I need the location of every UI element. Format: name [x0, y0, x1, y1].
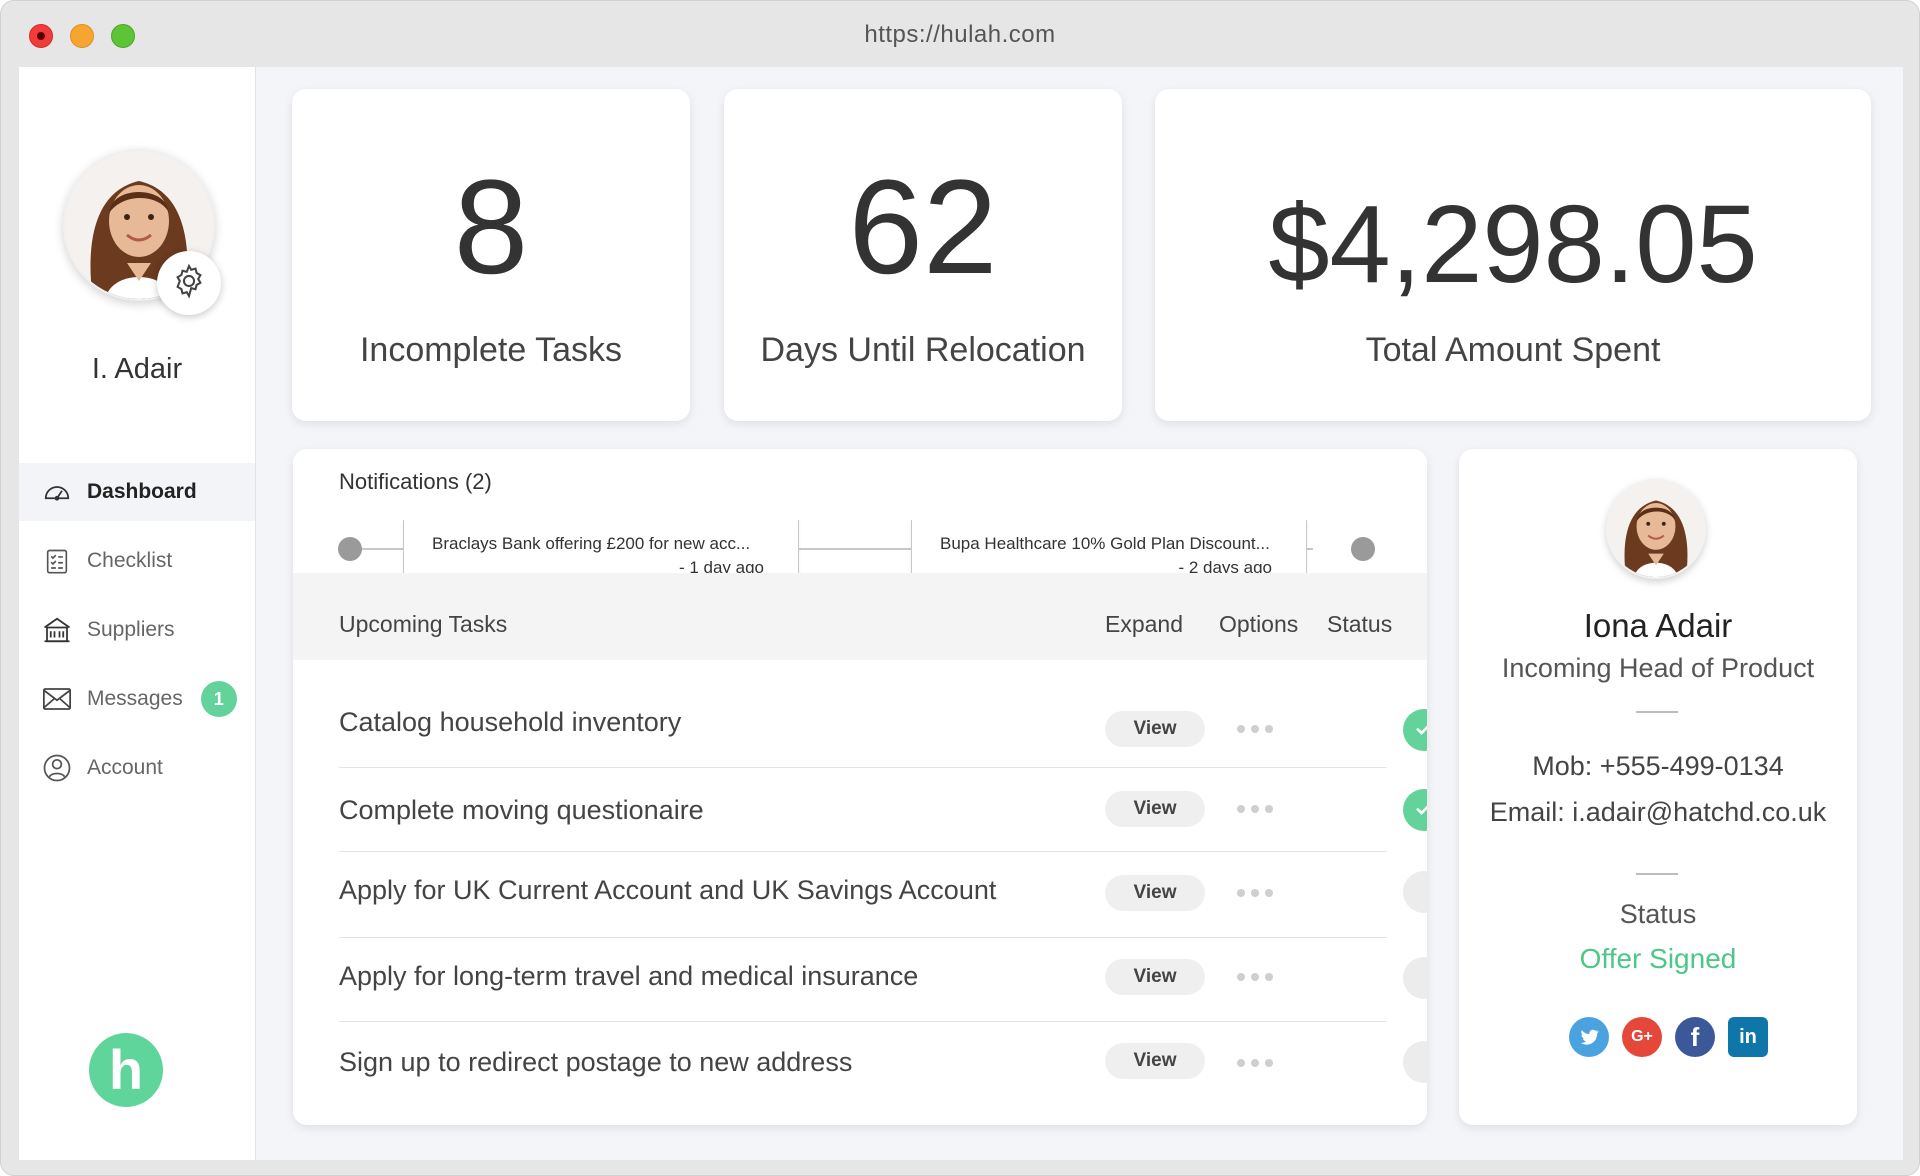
social-links: G+ f in	[1569, 1017, 1768, 1057]
sidebar-item-dashboard[interactable]: Dashboard	[19, 463, 255, 521]
sidebar-item-label: Account	[87, 756, 163, 779]
checklist-icon	[41, 545, 73, 577]
task-row: Complete moving questionaire View	[339, 767, 1427, 852]
notifications-title: Notifications (2)	[339, 469, 492, 494]
stat-label: Incomplete Tasks	[359, 331, 623, 369]
column-header-status: Status	[1327, 611, 1393, 637]
view-task-button[interactable]: View	[1105, 1043, 1205, 1079]
task-row: Sign up to redirect postage to new addre…	[339, 1021, 1427, 1107]
page-viewport: I. Adair Dashboard Checklist Suppliers M…	[19, 67, 1903, 1160]
notification-text: Bupa Healthcare 10% Gold Plan Discount..…	[940, 534, 1270, 553]
task-options-button[interactable]	[1237, 799, 1283, 819]
task-title: Apply for UK Current Account and UK Savi…	[339, 875, 997, 905]
user-avatar-container	[63, 149, 221, 315]
sidebar-item-label: Checklist	[87, 549, 173, 572]
stat-value: 62	[848, 153, 998, 302]
view-task-button[interactable]: View	[1105, 959, 1205, 995]
task-options-button[interactable]	[1237, 967, 1283, 987]
app-logo[interactable]: h	[89, 1033, 163, 1107]
gear-icon	[170, 262, 208, 305]
timeline-start-dot	[338, 537, 362, 561]
stat-value: $4,298.05	[1268, 183, 1758, 306]
stat-value: 8	[453, 153, 529, 302]
stat-label: Total Amount Spent	[1365, 331, 1661, 369]
sidebar-item-messages[interactable]: Messages 1	[19, 670, 255, 728]
checkmark-icon	[1412, 796, 1427, 825]
sidebar-item-label: Dashboard	[87, 480, 197, 503]
stat-label: Days Until Relocation	[760, 331, 1086, 369]
column-header-options: Options	[1219, 611, 1299, 637]
checkmark-icon	[1412, 716, 1427, 745]
task-status-toggle[interactable]	[1403, 957, 1427, 999]
task-status-toggle[interactable]	[1403, 709, 1427, 751]
task-title: Complete moving questionaire	[339, 795, 704, 825]
tasks-title: Upcoming Tasks	[339, 611, 508, 637]
stat-card-days-until-relocation: 62 Days Until Relocation	[724, 89, 1122, 421]
task-title: Sign up to redirect postage to new addre…	[339, 1047, 853, 1077]
profile-status-label: Status	[1619, 899, 1697, 929]
view-task-button[interactable]: View	[1105, 791, 1205, 827]
envelope-icon	[41, 683, 73, 715]
profile-email: Email: i.adair@hatchd.co.uk	[1489, 797, 1827, 827]
sidebar-item-suppliers[interactable]: Suppliers	[19, 601, 255, 659]
task-row: Catalog household inventory View	[339, 681, 1427, 768]
timeline-end-dot	[1351, 537, 1375, 561]
notifications-tasks-panel: Notifications (2) Braclays Bank offering…	[293, 449, 1427, 1125]
unread-messages-badge: 1	[200, 681, 237, 717]
task-options-button[interactable]	[1237, 1053, 1283, 1073]
divider	[1636, 873, 1678, 875]
gauge-icon	[41, 476, 73, 508]
avatar[interactable]	[1606, 479, 1706, 579]
column-header-expand: Expand	[1105, 611, 1184, 637]
task-status-toggle[interactable]	[1403, 871, 1427, 913]
facebook-icon[interactable]: f	[1675, 1017, 1715, 1057]
task-status-toggle[interactable]	[1403, 1041, 1427, 1083]
profile-status-value: Offer Signed	[1579, 943, 1737, 974]
sidebar-item-label: Messages	[87, 687, 183, 710]
sidebar-item-checklist[interactable]: Checklist	[19, 532, 255, 590]
profile-card: Iona Adair Incoming Head of Product Mob:…	[1459, 449, 1857, 1125]
divider	[1636, 711, 1678, 713]
browser-titlebar: https://hulah.com	[1, 1, 1919, 67]
task-options-button[interactable]	[1237, 719, 1283, 739]
sidebar-item-account[interactable]: Account	[19, 739, 255, 797]
notification-text: Braclays Bank offering £200 for new acc.…	[432, 534, 751, 553]
stat-card-incomplete-tasks: 8 Incomplete Tasks	[292, 89, 690, 421]
profile-mobile: Mob: +555-499-0134	[1532, 751, 1784, 781]
profile-role: Incoming Head of Product	[1501, 653, 1815, 683]
profile-name: Iona Adair	[1583, 607, 1733, 644]
twitter-icon[interactable]	[1569, 1017, 1609, 1057]
task-title: Catalog household inventory	[339, 707, 682, 737]
view-task-button[interactable]: View	[1105, 875, 1205, 911]
task-title: Apply for long-term travel and medical i…	[339, 961, 919, 991]
browser-window: https://hulah.com I. Adair Dashboard Che…	[0, 0, 1920, 1176]
tasks-header: Upcoming Tasks Expand Options Status	[293, 573, 1427, 660]
task-row: Apply for UK Current Account and UK Savi…	[339, 851, 1427, 938]
task-status-toggle[interactable]	[1403, 789, 1427, 831]
linkedin-icon[interactable]: in	[1728, 1017, 1768, 1057]
google-plus-icon[interactable]: G+	[1622, 1017, 1662, 1057]
user-circle-icon	[41, 752, 73, 784]
task-options-button[interactable]	[1237, 883, 1283, 903]
sidebar-item-label: Suppliers	[87, 618, 175, 641]
profile-settings-button[interactable]	[157, 251, 221, 315]
building-icon	[41, 614, 73, 646]
sidebar: I. Adair Dashboard Checklist Suppliers M…	[19, 67, 256, 1160]
task-row: Apply for long-term travel and medical i…	[339, 937, 1427, 1022]
sidebar-nav: Dashboard Checklist Suppliers Messages 1…	[19, 463, 255, 808]
sidebar-user-name: I. Adair	[91, 353, 183, 385]
stat-card-total-amount-spent: $4,298.05 Total Amount Spent	[1155, 89, 1871, 421]
address-bar[interactable]: https://hulah.com	[1, 21, 1919, 49]
view-task-button[interactable]: View	[1105, 711, 1205, 747]
